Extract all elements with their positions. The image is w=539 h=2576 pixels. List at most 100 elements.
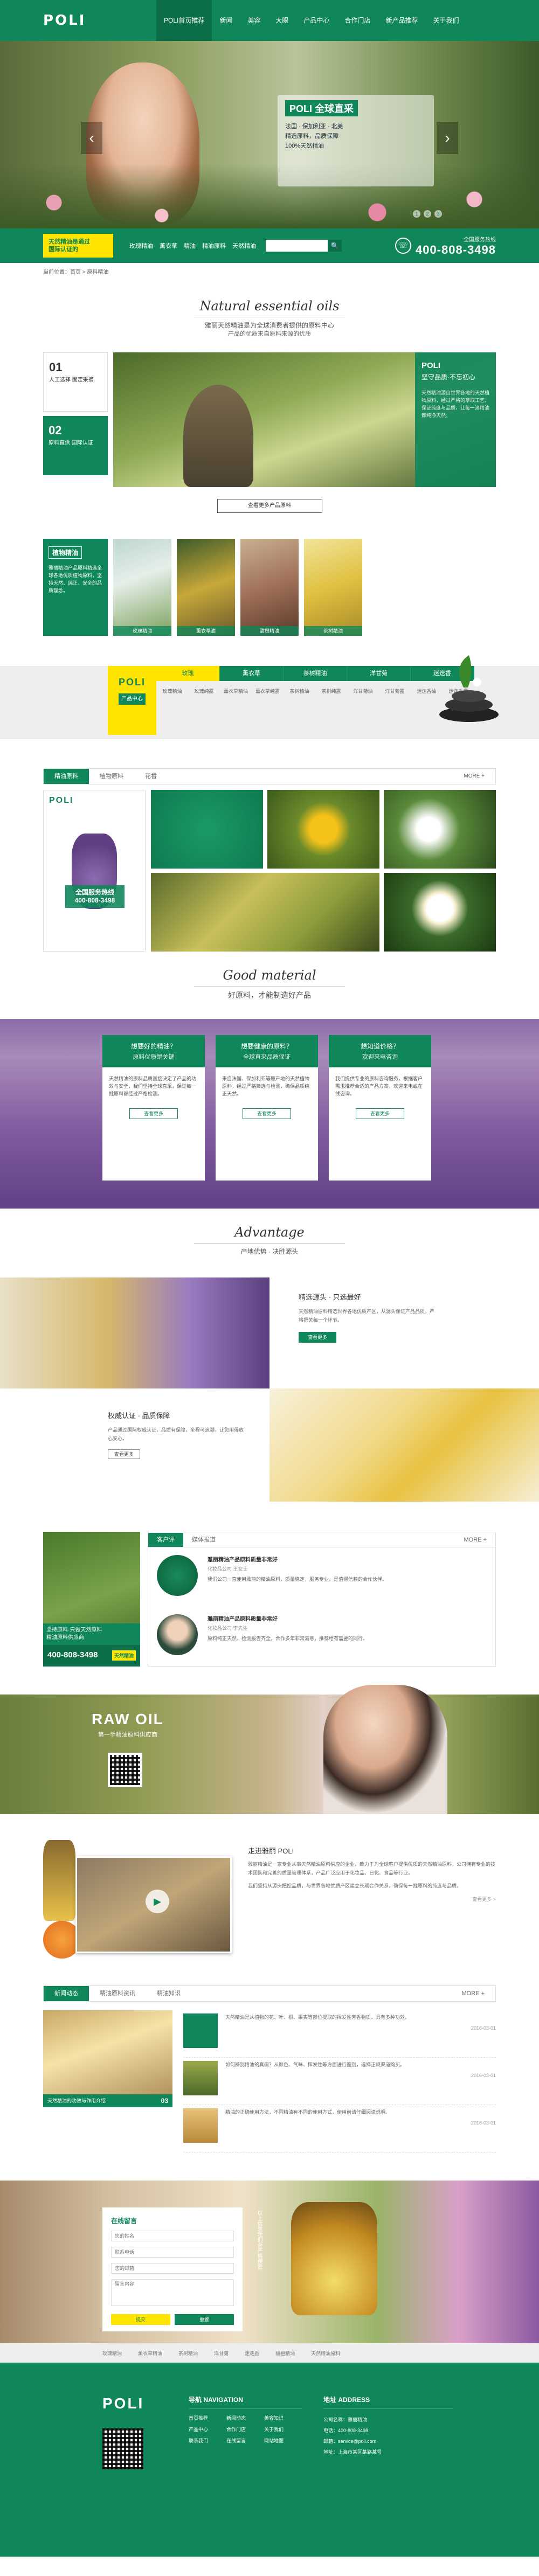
more-link[interactable]: MORE + [453, 769, 495, 784]
news-item[interactable]: 精油的正确使用方法，不同精油有不同的使用方式，使用前请仔细阅读说明。 2016-0… [183, 2105, 496, 2153]
friend-link[interactable]: 玫瑰精油 [102, 2350, 122, 2357]
footer-link[interactable]: 合作门店 [226, 2426, 264, 2433]
nav-item[interactable]: 产品中心 [296, 0, 337, 41]
nav-item[interactable]: 新产品推荐 [378, 0, 425, 41]
footer-link[interactable]: 关于我们 [264, 2426, 302, 2433]
category-tab[interactable]: 茶树精油 [284, 666, 347, 681]
friend-link[interactable]: 茶树精油 [178, 2350, 198, 2357]
nav-item[interactable]: 合作门店 [337, 0, 378, 41]
category-tab[interactable]: 玫瑰 [156, 666, 220, 681]
testimonial-item[interactable]: 雅丽精油产品原料质量非常好 化妆品公司 王女士 我们公司一直使用雅丽的精油原料，… [148, 1547, 495, 1607]
next-slide-button[interactable]: › [437, 122, 458, 154]
product-thumb[interactable]: 甜橙精油 [240, 539, 299, 636]
news-tab[interactable]: 精油原料资讯 [89, 1986, 146, 2001]
hot-keyword[interactable]: 天然精油 [232, 241, 256, 250]
testimonial-tab[interactable]: 客户评 [148, 1532, 183, 1547]
card-more-button[interactable]: 查看更多 [129, 1108, 178, 1119]
testimonial-tab[interactable]: 媒体报道 [183, 1533, 224, 1547]
slide-dot[interactable]: 2 [424, 210, 431, 218]
footer-link[interactable]: 产品中心 [189, 2426, 226, 2433]
testimonial-item[interactable]: 雅丽精油产品原料质量非常好 化妆品公司 李先生 原料纯正天然，检测报告齐全，合作… [148, 1607, 495, 1666]
nav-item[interactable]: 新闻 [212, 0, 240, 41]
nav-item[interactable]: 美容 [240, 0, 268, 41]
footer-link[interactable]: 首页推荐 [189, 2414, 226, 2421]
gallery-tab[interactable]: 精油原料 [44, 769, 89, 784]
message-field[interactable] [111, 2279, 234, 2306]
gallery-image[interactable] [151, 790, 263, 869]
gallery-image[interactable] [267, 790, 379, 869]
category-link[interactable]: 玫瑰纯露 [194, 688, 213, 695]
news-tab[interactable]: 新闻动态 [44, 1986, 89, 2001]
news-item[interactable]: 如何辨别精油的真假？从颜色、气味、挥发性等方面进行鉴别，选择正规渠道购买。 201… [183, 2058, 496, 2105]
category-link[interactable]: 茶树纯露 [321, 688, 341, 695]
friend-link[interactable]: 薰衣草精油 [138, 2350, 162, 2357]
category-link[interactable]: 玫瑰精油 [162, 688, 182, 695]
email-field[interactable] [111, 2263, 234, 2274]
testimonial-text: 我们公司一直使用雅丽的精油原料，质量稳定，服务专业，是值得信赖的合作伙伴。 [208, 1577, 388, 1582]
gallery-tab[interactable]: 植物原料 [89, 769, 134, 784]
news-text: 精油的正确使用方法，不同精油有不同的使用方式，使用前请仔细阅读说明。 [225, 2109, 391, 2115]
product-thumb[interactable]: 薰衣草油 [177, 539, 235, 636]
category-link[interactable]: 茶树精油 [289, 688, 309, 695]
submit-button[interactable]: 提交 [111, 2314, 170, 2325]
gallery-image[interactable] [384, 873, 496, 952]
slide-dot[interactable]: 3 [434, 210, 442, 218]
category-tab[interactable]: 薰衣草 [220, 666, 284, 681]
hot-keyword[interactable]: 薰衣草 [160, 241, 177, 250]
gallery-image[interactable] [151, 873, 379, 952]
hot-keyword[interactable]: 精油 [184, 241, 196, 250]
category-link[interactable]: 薰衣草精油 [224, 688, 248, 695]
more-link[interactable]: MORE + [451, 1986, 495, 2001]
category-tab[interactable]: 洋甘菊 [347, 666, 411, 681]
friend-link[interactable]: 洋甘菊 [214, 2350, 229, 2357]
footer-link[interactable]: 美容知识 [264, 2414, 302, 2421]
site-logo[interactable]: POLI [43, 12, 156, 29]
card-title: POLI [421, 361, 441, 370]
advantage-more-button[interactable]: 查看更多 [108, 1449, 140, 1459]
phone-field[interactable] [111, 2247, 234, 2258]
feature-box-2: 02 原料直供 国际认证 [43, 416, 108, 475]
card-more-button[interactable]: 查看更多 [356, 1108, 404, 1119]
search-input[interactable] [266, 240, 328, 252]
form-title: 在线留言 [111, 2217, 137, 2225]
product-thumb[interactable]: 玫瑰精油 [113, 539, 171, 636]
footer-link[interactable]: 网站地图 [264, 2437, 302, 2444]
more-link[interactable]: MORE + [455, 1533, 495, 1547]
search-button[interactable]: 🔍 [328, 240, 342, 252]
news-tab[interactable]: 精油知识 [146, 1986, 191, 2001]
footer-link[interactable]: 新闻动态 [226, 2414, 264, 2421]
advantage-more-button[interactable]: 查看更多 [299, 1332, 336, 1343]
hot-keyword[interactable]: 精油原料 [202, 241, 226, 250]
prev-slide-button[interactable]: ‹ [81, 122, 102, 154]
nav-item[interactable]: 大眼 [268, 0, 296, 41]
category-link[interactable]: 洋甘菊露 [385, 688, 404, 695]
more-materials-button[interactable]: 查看更多产品原料 [217, 499, 322, 513]
footer-link[interactable]: 联系我们 [189, 2437, 226, 2444]
card-more-button[interactable]: 查看更多 [243, 1108, 291, 1119]
category-link[interactable]: 洋甘菊油 [353, 688, 372, 695]
about-more-link[interactable]: 查看更多 > [248, 1895, 496, 1903]
gallery-image[interactable] [384, 790, 496, 869]
box-desc: 雅丽精油产品原料精选全球各地优质植物原料，坚持天然、纯正、安全的品质理念。 [49, 565, 102, 593]
gallery-tab[interactable]: 花香 [134, 769, 168, 784]
reset-button[interactable]: 重置 [175, 2314, 234, 2325]
slide-dot[interactable]: 1 [413, 210, 420, 218]
feature-text: 人工选择 固定采摘 [49, 377, 94, 383]
friend-link[interactable]: 迷迭香 [245, 2350, 259, 2357]
footer-link[interactable]: 在线留言 [226, 2437, 264, 2444]
nav-item-home[interactable]: POLI首页推荐 [156, 0, 212, 41]
category-link[interactable]: 薰衣草纯露 [255, 688, 280, 695]
name-field[interactable] [111, 2231, 234, 2241]
product-thumb[interactable]: 茶树精油 [304, 539, 362, 636]
news-item[interactable]: 天然精油是从植物的花、叶、根、果实等部位提取的挥发性芳香物质，具有多种功效。 20… [183, 2010, 496, 2058]
friend-link[interactable]: 天然精油原料 [311, 2350, 340, 2357]
play-icon[interactable]: ▶ [146, 1890, 169, 1913]
featured-product[interactable]: POLI 全国服务热线 400-808-3498 [43, 790, 146, 952]
raw-oil-banner: RAW OIL 第一手精油原料供应商 [0, 1685, 539, 1814]
hot-keyword[interactable]: 玫瑰精油 [129, 241, 153, 250]
advantage-title: 权威认证 · 品质保障 [108, 1412, 170, 1420]
category-link[interactable]: 迷迭香油 [417, 688, 436, 695]
friend-link[interactable]: 甜橙精油 [275, 2350, 295, 2357]
nav-item[interactable]: 关于我们 [425, 0, 466, 41]
featured-news[interactable]: 天然精油的功效与作用介绍 03 [43, 2010, 172, 2107]
